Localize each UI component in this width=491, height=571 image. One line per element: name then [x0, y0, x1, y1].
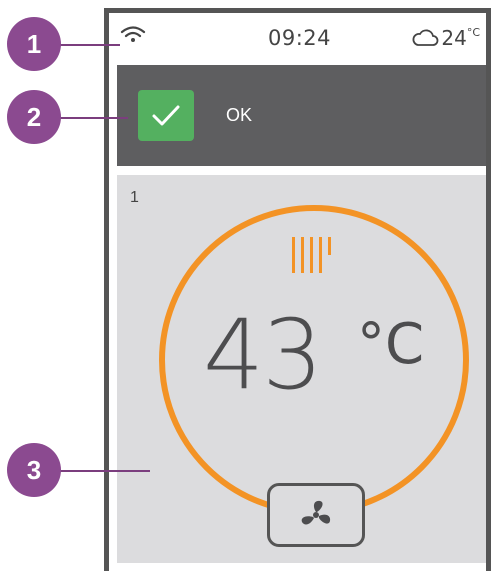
zone-temperature-unit: °C — [357, 312, 425, 377]
device-frame-top — [104, 8, 491, 13]
check-icon — [152, 105, 180, 126]
zone-temperature: 43 — [203, 299, 323, 411]
cloud-icon — [412, 29, 439, 46]
callout-3: 3 — [7, 443, 61, 497]
status-bar: 09:24 24 °C — [110, 14, 486, 60]
confirm-button[interactable] — [138, 90, 194, 141]
clock-time: 09:24 — [268, 26, 332, 50]
fan-icon — [301, 500, 331, 525]
weather-unit: °C — [466, 25, 480, 39]
notification-text: OK — [226, 105, 253, 125]
callout-2: 2 — [7, 90, 61, 144]
device-frame-right — [486, 8, 491, 571]
device-frame-left — [104, 10, 109, 571]
weather-temperature: 24 — [441, 26, 467, 50]
zone-panel[interactable]: 1 43 °C — [117, 175, 486, 563]
callout-line-2 — [56, 117, 128, 119]
notification-bar: OK — [117, 65, 486, 166]
wifi-icon — [120, 26, 146, 42]
fan-button[interactable] — [267, 483, 365, 547]
callout-line-1 — [56, 44, 120, 46]
radiator-heat-icon — [292, 237, 331, 273]
callout-line-3 — [56, 470, 150, 472]
callout-1: 1 — [7, 17, 61, 71]
weather-widget: 24 °C — [411, 26, 480, 50]
